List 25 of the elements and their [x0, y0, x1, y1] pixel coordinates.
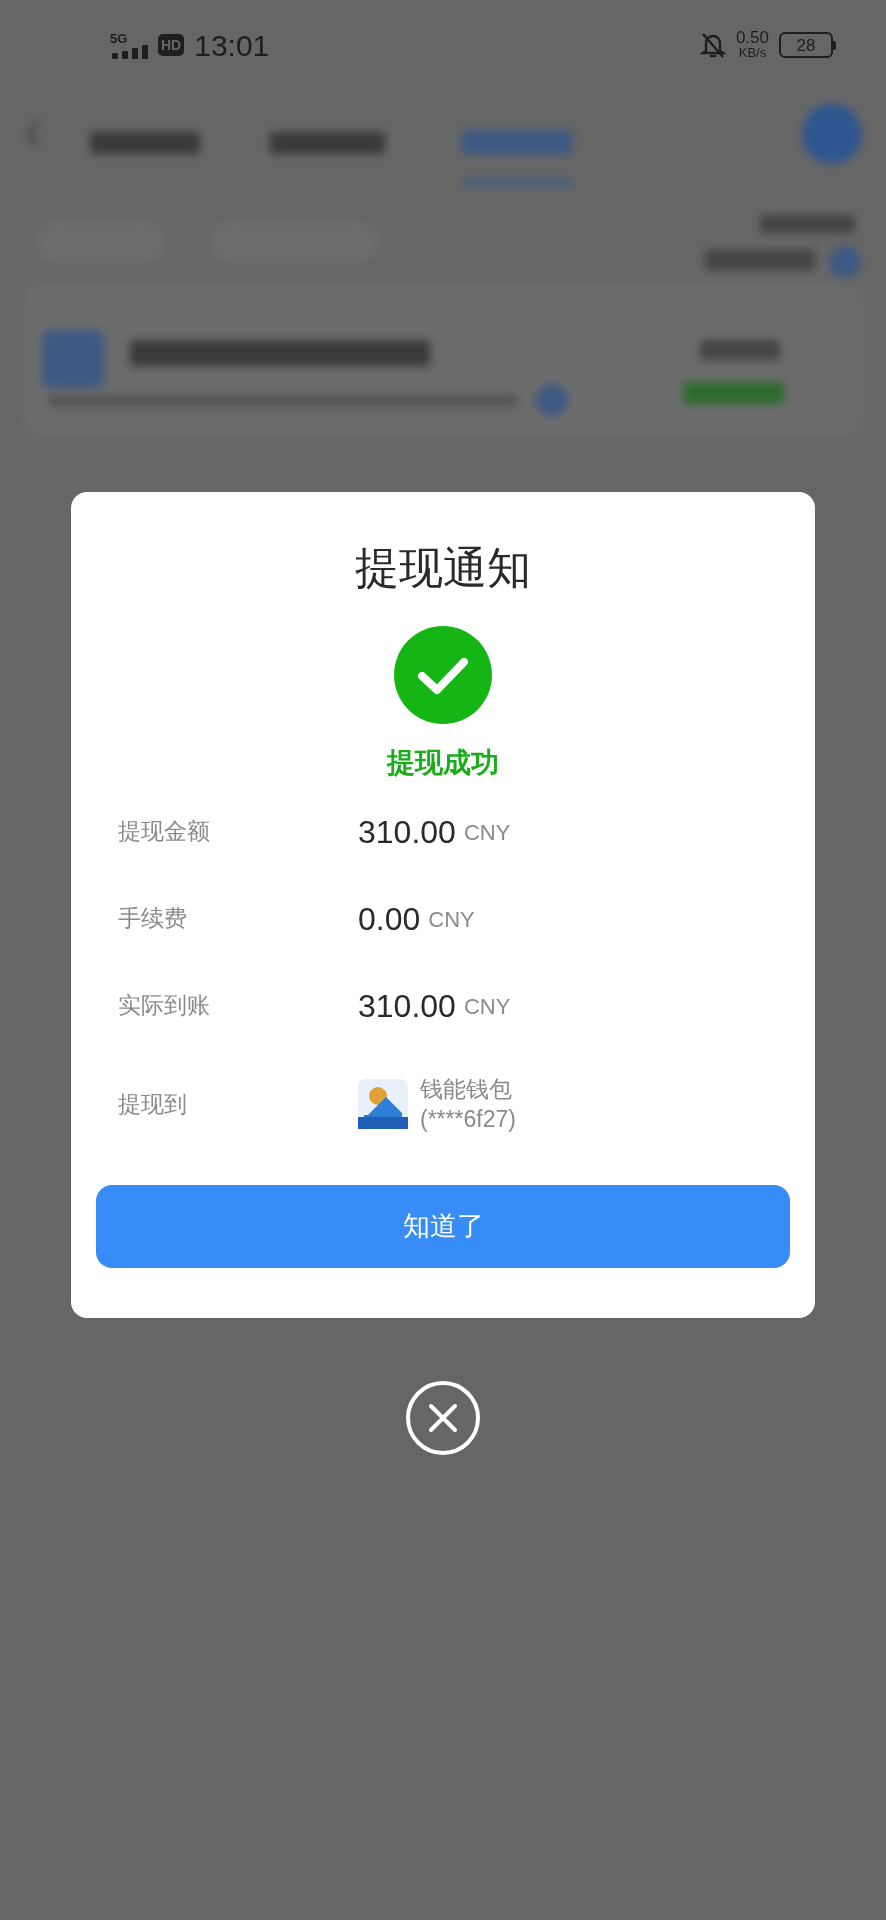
currency-label: CNY [463, 819, 511, 847]
battery-indicator: 28 [779, 32, 833, 58]
amount-value: 0.00 [358, 899, 421, 939]
currency-label: CNY [428, 906, 475, 934]
currency-label: CNY [463, 993, 511, 1021]
network-speed-unit: KB/s [738, 45, 767, 60]
amount-value: 310.00 [358, 812, 456, 852]
hd-badge: HD [158, 34, 185, 56]
amount-value: 310.00 [358, 986, 456, 1026]
network-speed-value: 0.50 [735, 30, 769, 45]
wallet-account: (****6f27) [420, 1105, 516, 1134]
confirm-button[interactable]: 知道了 [96, 1185, 790, 1268]
row-label: 提现到 [118, 1089, 188, 1119]
row-label: 提现金额 [118, 817, 211, 847]
network-label: 5G [110, 31, 129, 45]
wallet-app-icon [358, 1079, 408, 1129]
row-label: 手续费 [118, 904, 188, 934]
success-check-icon [394, 626, 492, 724]
dialog-title: 提现通知 [355, 542, 531, 594]
wallet-name: 钱能钱包 [420, 1075, 513, 1104]
row-label: 实际到账 [118, 991, 211, 1021]
muted-bell-icon [699, 31, 726, 59]
clock-time: 13:01 [194, 27, 270, 64]
close-icon[interactable] [406, 1381, 480, 1455]
status-label: 提现成功 [387, 746, 499, 780]
